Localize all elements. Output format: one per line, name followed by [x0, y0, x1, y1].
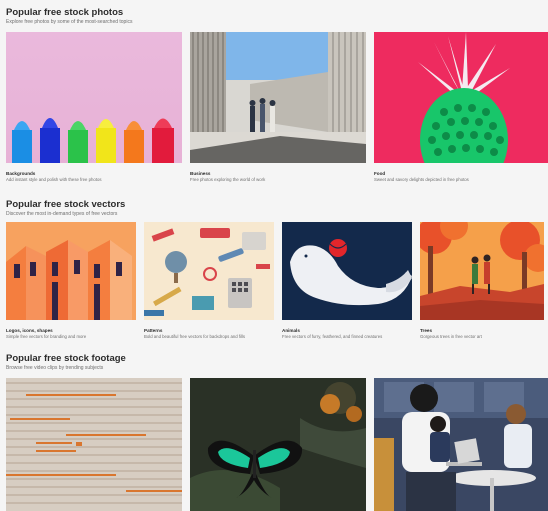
card-footage-butterfly[interactable]: [190, 378, 366, 511]
backgrounds-thumbnail[interactable]: [6, 32, 182, 163]
card-logos-icons-shapes[interactable]: Logos, icons, shapes Simple free vectors…: [6, 222, 136, 339]
card-description: Add instant style and polish with these …: [6, 177, 102, 182]
vectors-section-header: Popular free stock vectors Discover the …: [6, 199, 125, 218]
card-description: Simple free vectors for branding and mor…: [6, 334, 87, 339]
footage-fabric-thumbnail[interactable]: [6, 378, 182, 511]
business-thumbnail[interactable]: [190, 32, 366, 163]
card-title: Business: [190, 171, 211, 176]
card-title: Logos, icons, shapes: [6, 328, 53, 333]
photos-section-header: Popular free stock photos Explore free p…: [6, 7, 132, 26]
section-title: Popular free stock footage: [6, 353, 126, 364]
food-thumbnail[interactable]: [374, 32, 548, 163]
footage-grid: [6, 378, 548, 511]
section-title: Popular free stock vectors: [6, 199, 126, 210]
footage-office-thumbnail[interactable]: [374, 378, 548, 511]
card-title: Animals: [282, 328, 300, 333]
card-description: Gorgeous trees in free vector art: [420, 334, 482, 339]
card-backgrounds[interactable]: Backgrounds Add instant style and polish…: [6, 32, 182, 182]
vectors-grid: Logos, icons, shapes Simple free vectors…: [6, 222, 544, 339]
card-description: Free vectors of furry, feathered, and fi…: [282, 334, 383, 339]
section-subtitle: Browse free video clips by trending subj…: [6, 365, 104, 371]
card-footage-office[interactable]: [374, 378, 548, 511]
card-trees[interactable]: Trees Gorgeous trees in free vector art: [420, 222, 544, 339]
logos-thumbnail[interactable]: [6, 222, 136, 320]
card-description: Bold and beautiful free vectors for back…: [144, 334, 246, 339]
section-subtitle: Discover the most in-demand types of fre…: [6, 211, 118, 217]
footage-section-header: Popular free stock footage Browse free v…: [6, 353, 126, 372]
card-title: Patterns: [144, 328, 163, 333]
card-food[interactable]: Food Sweet and savory delights depicted …: [374, 32, 548, 182]
card-footage-fabric[interactable]: [6, 378, 182, 511]
photos-grid: Backgrounds Add instant style and polish…: [6, 32, 548, 182]
card-patterns[interactable]: Patterns Bold and beautiful free vectors…: [144, 222, 274, 339]
card-title: Backgrounds: [6, 171, 36, 176]
patterns-thumbnail[interactable]: [144, 222, 274, 320]
trees-thumbnail[interactable]: [420, 222, 544, 320]
card-business[interactable]: Business Free photos exploring the world…: [190, 32, 366, 182]
card-title: Trees: [420, 328, 433, 333]
animals-thumbnail[interactable]: [282, 222, 412, 320]
card-description: Free photos exploring the world of work: [190, 177, 266, 182]
section-subtitle: Explore free photos by some of the most-…: [6, 19, 133, 25]
footage-butterfly-thumbnail[interactable]: [190, 378, 366, 511]
section-title: Popular free stock photos: [6, 7, 124, 18]
card-animals[interactable]: Animals Free vectors of furry, feathered…: [282, 222, 412, 339]
card-title: Food: [374, 171, 386, 176]
card-description: Sweet and savory delights depicted in fr…: [374, 177, 469, 182]
